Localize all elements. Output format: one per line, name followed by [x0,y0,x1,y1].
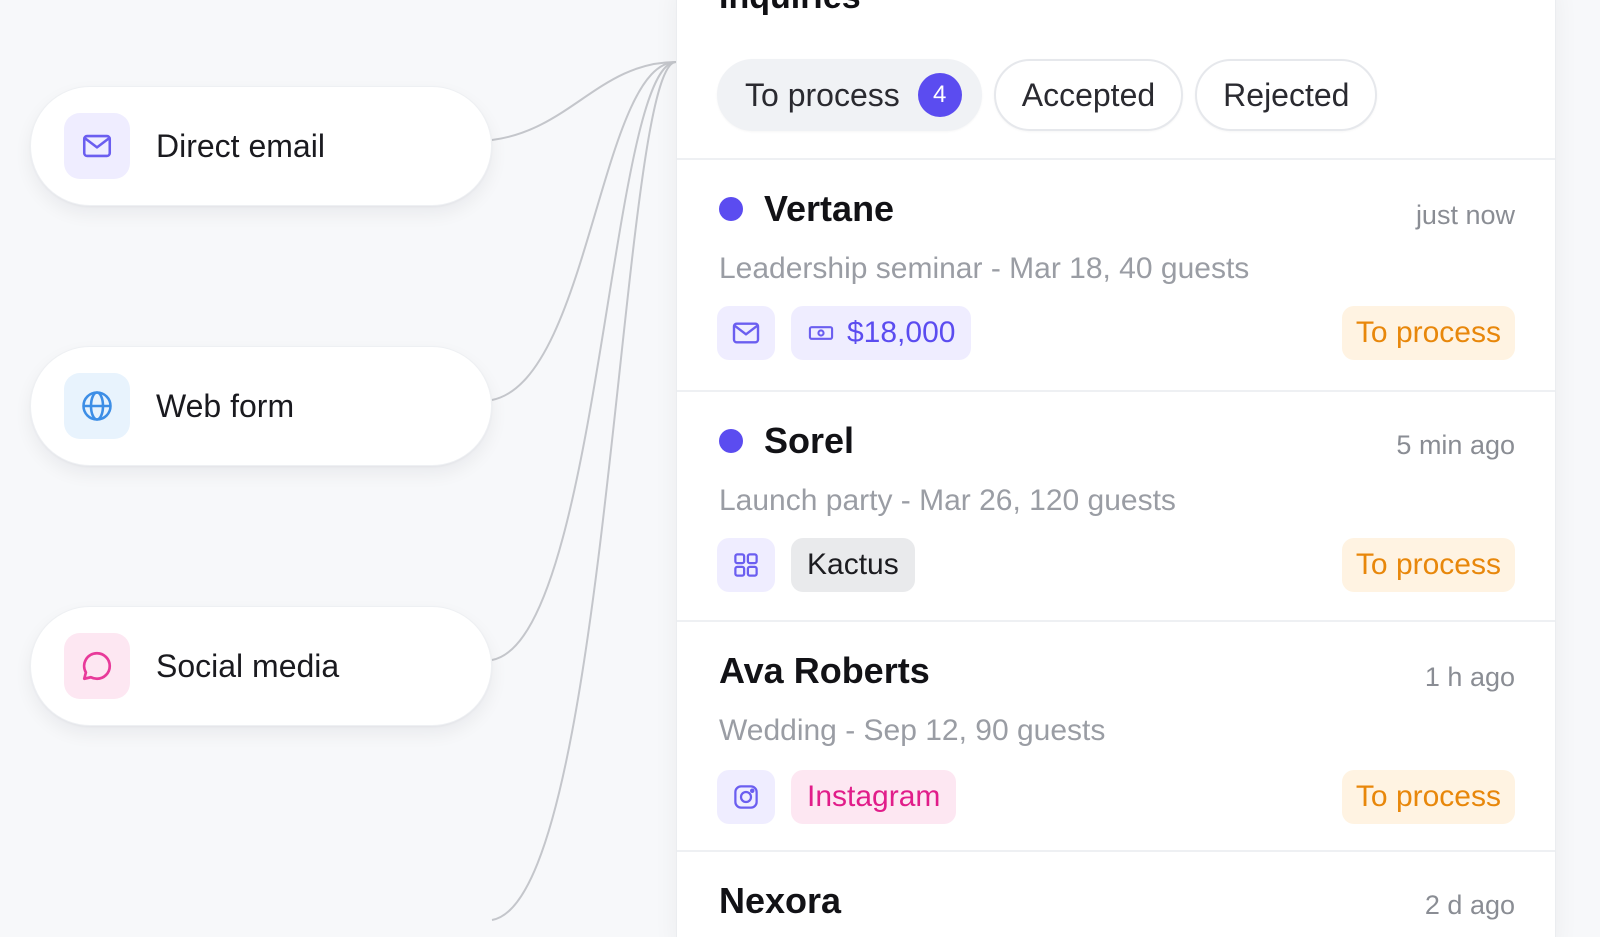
tag-label: $18,000 [847,316,956,349]
inquiry-time: just now [1415,200,1515,230]
grid-icon [717,538,775,592]
inquiry-description: Launch party - Mar 26, 120 guests [719,484,1176,517]
inquiry-row[interactable]: Ava Roberts 1 h ago Wedding - Sep 12, 90… [677,620,1555,850]
budget-tag: $18,000 [791,306,972,360]
inquiry-name: Sorel [764,420,855,461]
mail-icon [64,113,130,179]
inquiry-row[interactable]: Sorel 5 min ago Launch party - Mar 26, 1… [677,390,1555,620]
source-web-form[interactable]: Web form [30,346,492,466]
inquiries-panel: Inquiries To process 4 Accepted Rejected… [676,0,1556,937]
source-label: Web form [156,387,295,424]
platform-tag: Kactus [791,538,915,592]
inquiry-row[interactable]: Nexora 2 d ago [677,850,1555,937]
source-direct-email[interactable]: Direct email [30,86,492,206]
source-label: Direct email [156,127,325,164]
inquiry-name: Ava Roberts [719,650,930,691]
instagram-icon [717,770,775,824]
inquiry-description: Leadership seminar - Mar 18, 40 guests [719,252,1250,285]
status-badge: To process [1341,306,1515,360]
inquiry-title: Sorel [719,420,854,462]
tab-count-badge: 4 [917,73,962,117]
tab-label: Accepted [1021,76,1156,113]
globe-icon [64,373,130,439]
tab-accepted[interactable]: Accepted [993,59,1184,131]
status-badge: To process [1341,538,1515,592]
tab-label: Rejected [1223,76,1350,113]
status-badge: To process [1341,770,1515,824]
inquiry-title: Vertane [719,188,894,230]
unread-dot [719,429,743,453]
inquiry-time: 1 h ago [1424,662,1515,692]
money-icon [807,319,835,347]
source-label: Social media [156,647,340,684]
tag-label: Instagram [807,780,941,813]
tag-label: Kactus [807,548,899,581]
chat-bubble-icon [64,633,130,699]
source-social-media[interactable]: Social media [30,606,492,726]
platform-tag: Instagram [791,770,957,824]
inquiry-description: Wedding - Sep 12, 90 guests [719,714,1106,747]
panel-title: Inquiries [719,0,861,17]
tab-label: To process [745,76,900,113]
inquiry-name: Vertane [764,188,895,229]
unread-dot [719,197,743,221]
inquiry-time: 5 min ago [1396,430,1515,460]
mail-icon [717,306,775,360]
tab-to-process[interactable]: To process 4 [717,59,982,131]
tab-rejected[interactable]: Rejected [1195,59,1378,131]
inquiry-row[interactable]: Vertane just now Leadership seminar - Ma… [677,158,1555,390]
inquiry-time: 2 d ago [1424,890,1515,920]
inquiry-name: Nexora [719,880,842,921]
status-tabs: To process 4 Accepted Rejected [717,59,1378,131]
